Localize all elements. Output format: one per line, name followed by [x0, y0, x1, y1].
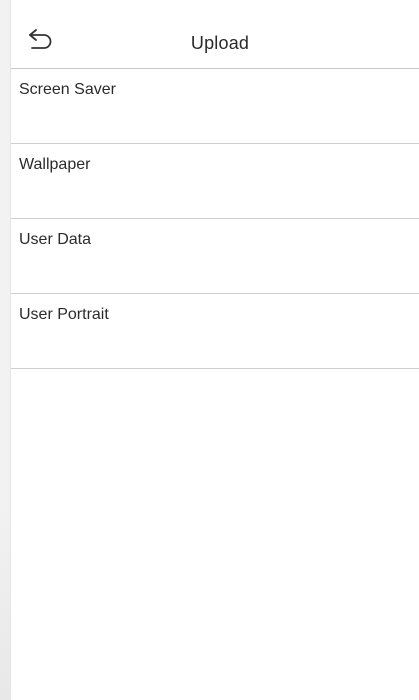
- menu-item-label: User Data: [19, 231, 92, 248]
- background-edge: [0, 500, 11, 700]
- upload-screen: Upload Screen Saver Wallpaper User Data …: [11, 0, 419, 700]
- menu-item-user-portrait[interactable]: User Portrait: [11, 294, 419, 369]
- menu-item-screen-saver[interactable]: Screen Saver: [11, 69, 419, 144]
- menu-item-wallpaper[interactable]: Wallpaper: [11, 144, 419, 219]
- menu-item-label: Wallpaper: [19, 156, 91, 173]
- page-title: Upload: [190, 33, 250, 53]
- menu-item-label: User Portrait: [19, 306, 109, 323]
- menu-item-user-data[interactable]: User Data: [11, 219, 419, 294]
- menu-item-label: Screen Saver: [19, 81, 116, 98]
- header-bar: Upload: [11, 0, 419, 69]
